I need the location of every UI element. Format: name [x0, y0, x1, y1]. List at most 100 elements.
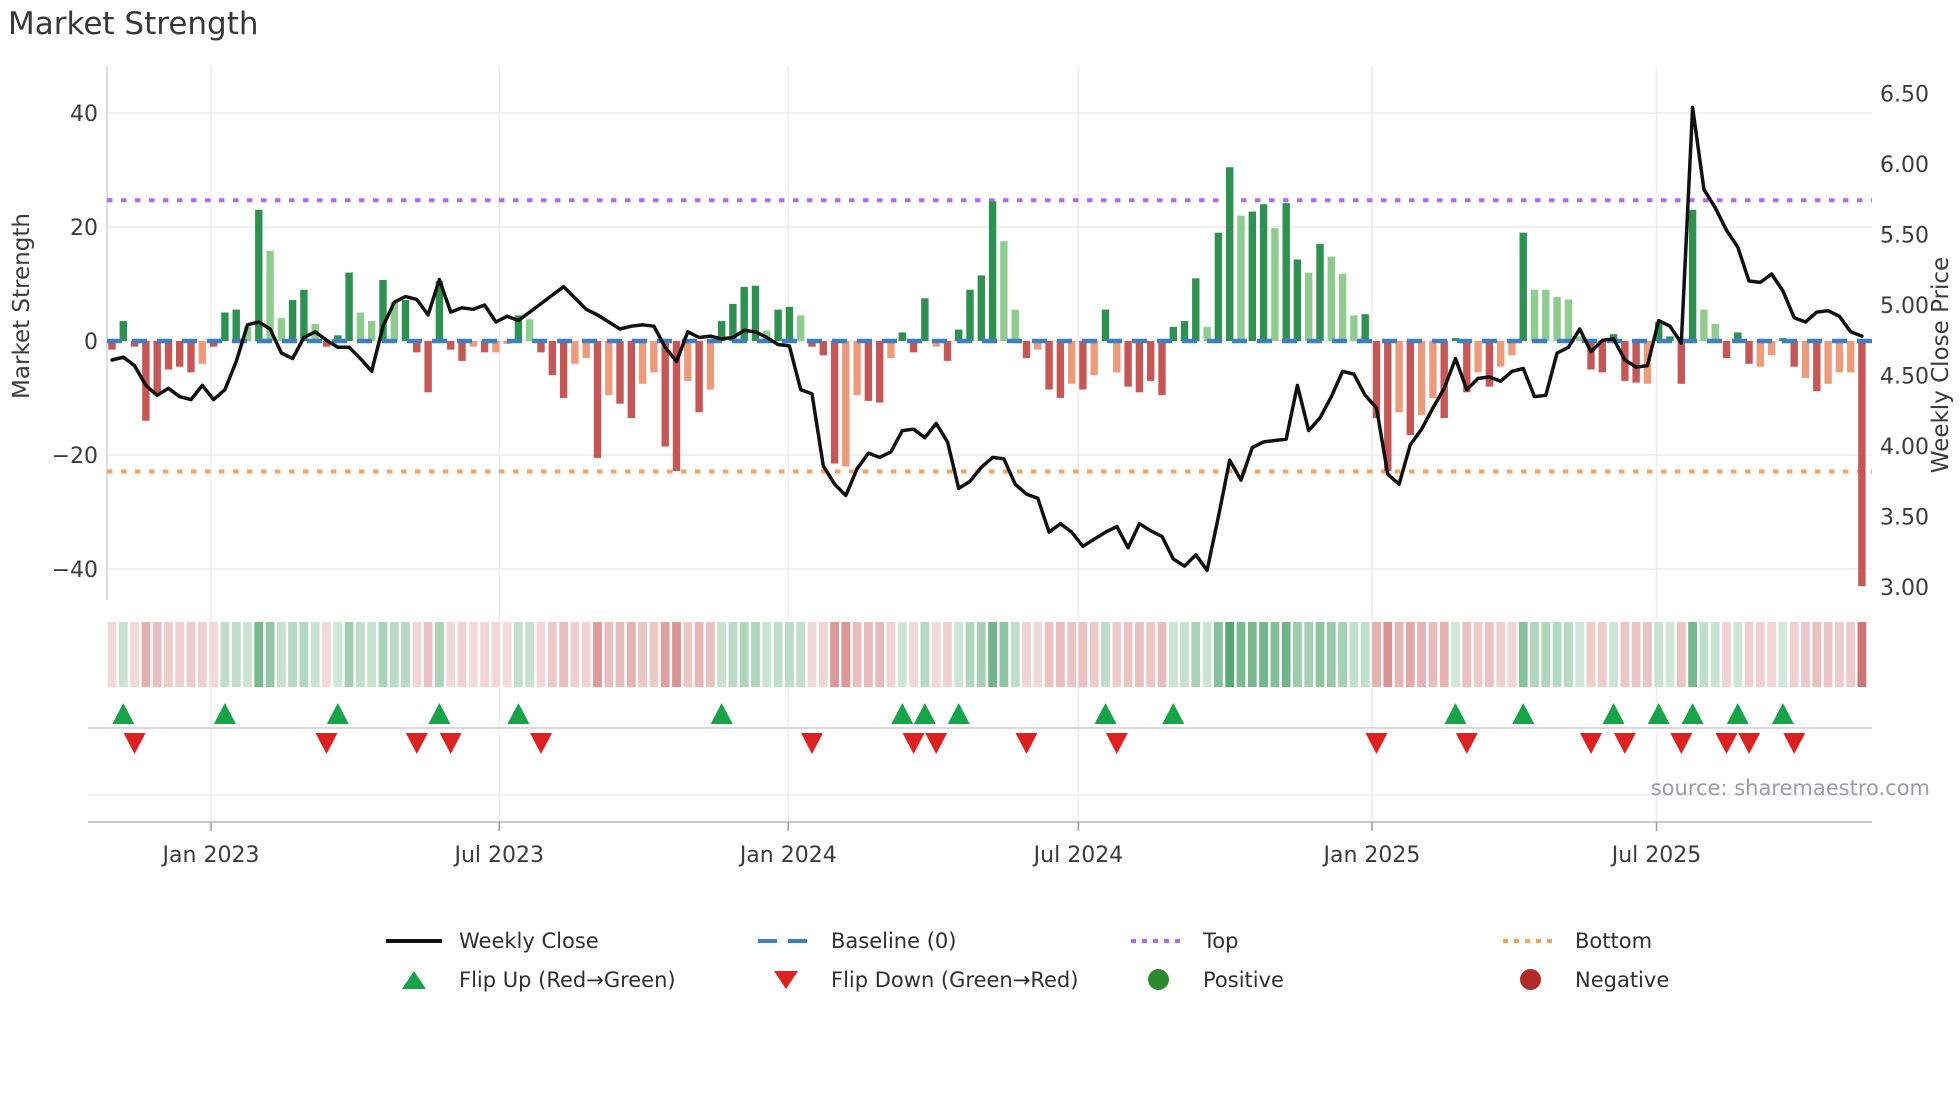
strength-bar [627, 341, 635, 418]
heatmap-cell [1586, 622, 1596, 687]
strength-bar [605, 341, 613, 396]
heatmap-cell [1225, 622, 1235, 687]
heatmap-cell [830, 622, 839, 687]
legend-item-weekly-close: Weekly Close [385, 929, 757, 953]
strength-bars [108, 167, 1866, 587]
heatmap-cell [593, 622, 602, 687]
strength-bar [153, 341, 161, 396]
heatmap-cell [310, 622, 320, 687]
strength-bar [187, 341, 195, 373]
strength-bar [1011, 309, 1019, 341]
flip-up-marker [1094, 703, 1117, 724]
strength-bar [368, 321, 376, 341]
heatmap-cell [197, 622, 207, 687]
heatmap-cell [1631, 622, 1641, 687]
heatmap-cell [694, 622, 704, 687]
heatmap-cell [1349, 622, 1359, 687]
heatmap-cell [1033, 622, 1043, 687]
heatmap-cell [965, 622, 975, 687]
heatmap-cell [660, 622, 670, 687]
flip-up-marker [112, 703, 135, 724]
flip-up-marker [1162, 703, 1185, 724]
heatmap-cell [570, 622, 580, 687]
svg-text:Jul 2023: Jul 2023 [452, 843, 544, 868]
heatmap-cell [852, 622, 862, 687]
heatmap-cell [1056, 622, 1065, 687]
heatmap-cell [322, 622, 331, 687]
heatmap-cell [1575, 622, 1585, 687]
strength-bar [1158, 341, 1166, 396]
svg-text:Jan 2024: Jan 2024 [738, 843, 837, 868]
heatmap-cell [1089, 622, 1099, 687]
heatmap-cell [897, 622, 907, 687]
strength-bar [1688, 209, 1697, 341]
heatmap-cell [1360, 622, 1370, 687]
strength-bar [232, 309, 240, 341]
heatmap-cell [1236, 622, 1246, 687]
flip-down-marker [1105, 733, 1128, 754]
heatmap-cell [1214, 622, 1223, 687]
heatmap-cell [186, 622, 196, 687]
heatmap-cell [976, 622, 986, 687]
strength-bar [1835, 341, 1844, 373]
strength-bar [447, 341, 455, 350]
strength-bar [345, 272, 353, 341]
strength-bar [1858, 341, 1866, 587]
strength-bar [797, 315, 805, 342]
heatmap-cell [1665, 622, 1675, 687]
strength-bar [1711, 323, 1719, 341]
svg-text:3.00: 3.00 [1880, 576, 1929, 601]
heatmap-cell [525, 622, 535, 687]
strength-bar [1553, 297, 1561, 341]
svg-text:Jan 2023: Jan 2023 [161, 843, 260, 868]
heatmap-cell [1473, 622, 1483, 687]
heatmap-cell [378, 622, 388, 687]
strength-bar [1147, 341, 1155, 381]
positive-circle-icon [1147, 969, 1169, 990]
strength-bar [1214, 232, 1223, 341]
svg-text:5.00: 5.00 [1880, 294, 1929, 319]
heatmap-cell [1620, 622, 1630, 687]
svg-text:5.50: 5.50 [1880, 223, 1929, 248]
heatmap-cell [683, 622, 693, 687]
heatmap-cell [762, 622, 772, 687]
heatmap-cell [423, 622, 433, 687]
heatmap-cell [1146, 622, 1156, 687]
heatmap-cell [1767, 622, 1776, 687]
strength-bar [1847, 341, 1855, 373]
strength-bar [1305, 272, 1313, 341]
left-tick-labels: 40 20 0 −20 −40 [52, 102, 98, 583]
flip-up-marker [1647, 703, 1670, 724]
heatmap-cell [1078, 622, 1088, 687]
heatmap-cell [706, 622, 715, 687]
strength-bar [616, 341, 624, 404]
strength-bar [1226, 167, 1234, 341]
flip-up-marker [913, 703, 936, 724]
strength-bar [1338, 273, 1347, 341]
heatmap-cell [988, 622, 997, 687]
heatmap-cell [1135, 622, 1144, 687]
strength-bar [1101, 309, 1110, 341]
legend-label-negative: Negative [1575, 967, 1670, 992]
heatmap-cell [457, 622, 467, 687]
heatmap-cell [943, 622, 952, 687]
heatmap-cell [152, 622, 162, 687]
heatmap-cell [288, 622, 297, 687]
heatmap-cell [480, 622, 489, 687]
strength-bar [774, 309, 782, 341]
market-strength-chart-page: Jan 2023 Jul 2023 Jan 2024 Jul 2024 Jan 2025… [0, 0, 1960, 1102]
heatmap-cell [1405, 622, 1415, 687]
strength-bar [1598, 341, 1606, 373]
svg-text:4.00: 4.00 [1880, 435, 1929, 460]
heatmap-cell [581, 622, 591, 687]
strength-bar [1316, 244, 1324, 341]
heatmap-cell [672, 622, 681, 687]
heatmap-cell [220, 622, 230, 687]
x-gridlines [210, 66, 1658, 822]
flip-down-marker [315, 733, 338, 754]
legend-label-flip-down: Flip Down (Green→Red) [831, 967, 1079, 992]
strength-bar [1282, 203, 1290, 341]
heatmap-cell [1451, 622, 1460, 687]
heatmap-cell [118, 622, 128, 687]
strength-bar [1259, 204, 1268, 341]
